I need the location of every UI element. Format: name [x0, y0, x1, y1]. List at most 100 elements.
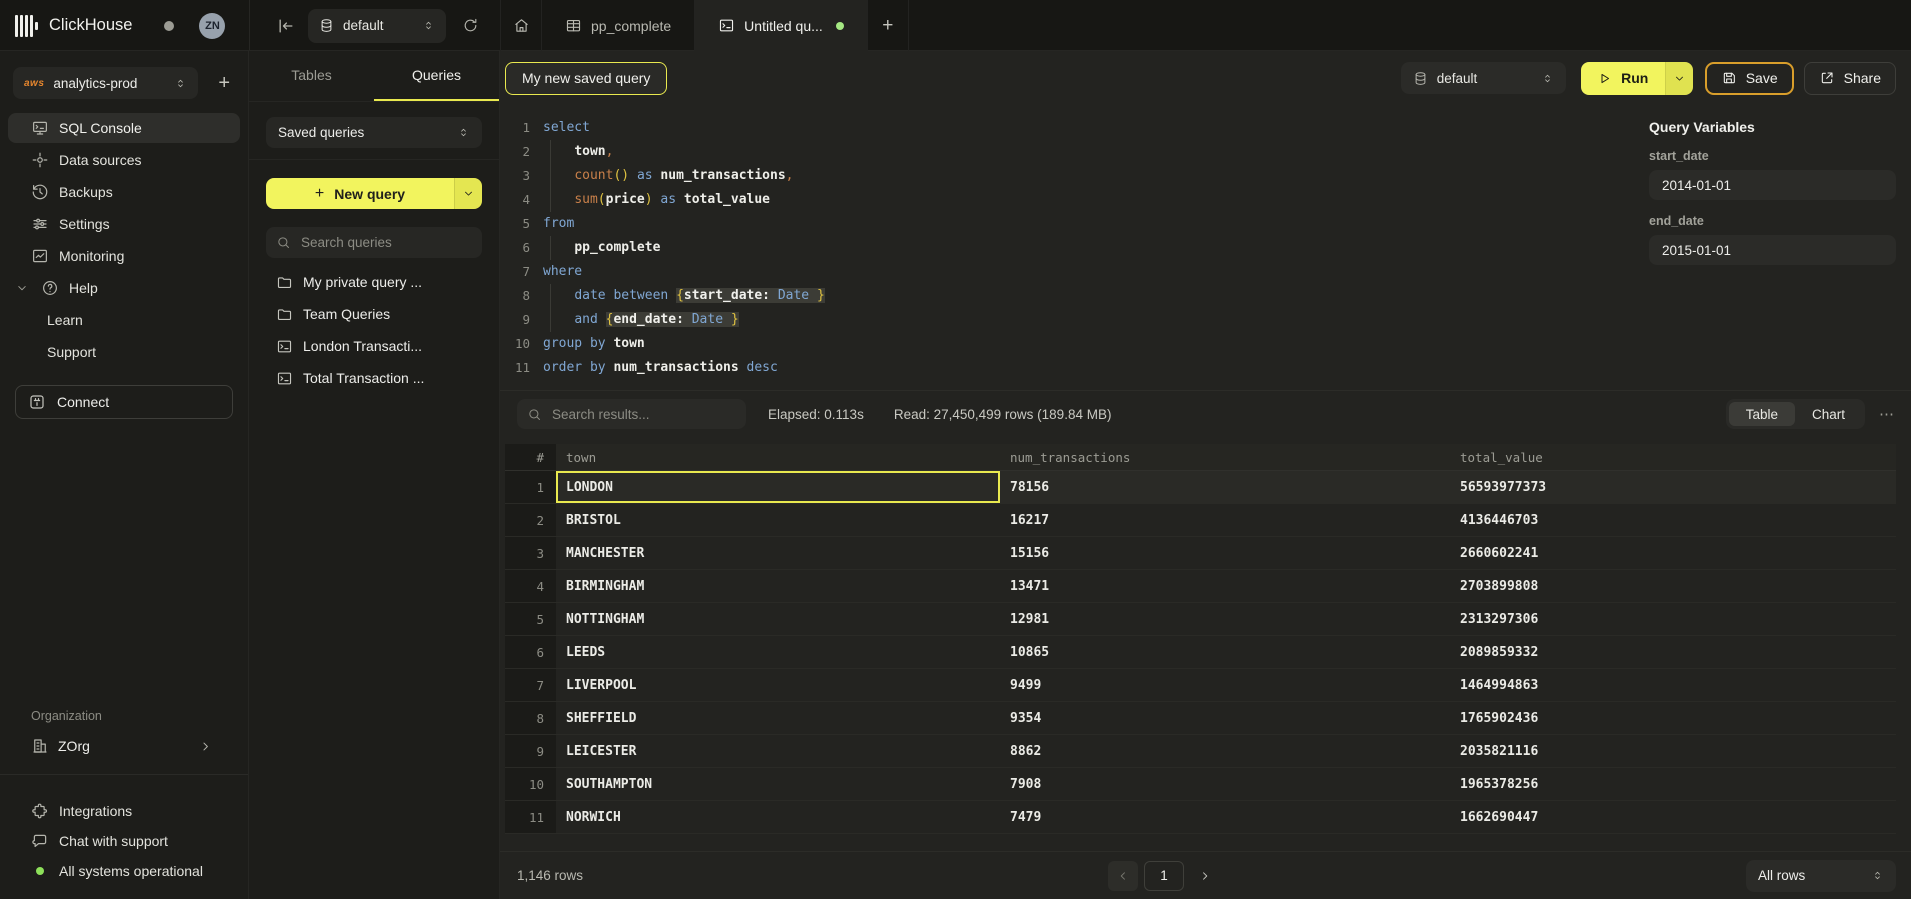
sidebar-item-chat-with-support[interactable]: Chat with support [0, 826, 248, 856]
tab-queries[interactable]: Queries [374, 51, 499, 101]
cell-num-transactions[interactable]: 10865 [1000, 636, 1450, 669]
view-table-button[interactable]: Table [1729, 402, 1795, 426]
save-button[interactable]: Save [1705, 62, 1794, 95]
query-item-my-private-query[interactable]: My private query ... [249, 266, 499, 298]
previous-page-button[interactable] [1108, 861, 1138, 891]
code-line-10[interactable]: 10group by town [500, 332, 1645, 356]
view-chart-button[interactable]: Chart [1795, 402, 1862, 426]
sidebar-item-sql-console[interactable]: SQL Console [8, 113, 240, 143]
cell-num-transactions[interactable]: 9354 [1000, 702, 1450, 735]
new-query-dropdown-toggle[interactable] [454, 178, 482, 209]
search-results-box[interactable] [517, 399, 746, 429]
cell-num-transactions[interactable]: 7479 [1000, 801, 1450, 834]
cell-num-transactions[interactable]: 9499 [1000, 669, 1450, 702]
query-item-team-queries[interactable]: Team Queries [249, 298, 499, 330]
cell-town[interactable]: NOTTINGHAM [556, 603, 1000, 636]
tab-pp-complete[interactable]: pp_complete [542, 0, 695, 51]
cell-num-transactions[interactable]: 12981 [1000, 603, 1450, 636]
sidebar-item-integrations[interactable]: Integrations [0, 796, 248, 826]
code-line-7[interactable]: 7where [500, 260, 1645, 284]
cell-town[interactable]: LEEDS [556, 636, 1000, 669]
sidebar-item-data-sources[interactable]: Data sources [8, 145, 240, 175]
home-tab[interactable] [500, 0, 542, 51]
collapse-left-icon[interactable] [276, 16, 296, 36]
code-line-11[interactable]: 11order by num_transactions desc [500, 356, 1645, 380]
topbar-database-selector[interactable]: default [308, 9, 446, 43]
cell-num-transactions[interactable]: 13471 [1000, 570, 1450, 603]
cell-total-value[interactable]: 2089859332 [1450, 636, 1896, 669]
sidebar-item-learn[interactable]: Learn [8, 305, 240, 335]
run-options-toggle[interactable] [1665, 62, 1693, 95]
cell-num-transactions[interactable]: 7908 [1000, 768, 1450, 801]
code-line-5[interactable]: 5from [500, 212, 1645, 236]
share-button[interactable]: Share [1804, 62, 1896, 95]
code-line-4[interactable]: 4 sum(price) as total_value [500, 188, 1645, 212]
cell-total-value[interactable]: 2703899808 [1450, 570, 1896, 603]
query-item-london-transacti[interactable]: London Transacti... [249, 330, 499, 362]
cell-total-value[interactable]: 1464994863 [1450, 669, 1896, 702]
connect-button[interactable]: Connect [15, 385, 233, 419]
cell-total-value[interactable]: 1765902436 [1450, 702, 1896, 735]
code-text: and {end_date: Date } [543, 308, 1645, 332]
cell-num-transactions[interactable]: 16217 [1000, 504, 1450, 537]
organization-item[interactable]: ZOrg [0, 729, 248, 763]
cell-total-value[interactable]: 2035821116 [1450, 735, 1896, 768]
query-item-total-transaction[interactable]: Total Transaction ... [249, 362, 499, 394]
sidebar-item-backups[interactable]: Backups [8, 177, 240, 207]
sidebar-item-monitoring[interactable]: Monitoring [8, 241, 240, 271]
cell-total-value[interactable]: 56593977373 [1450, 471, 1896, 504]
sidebar-item-all-systems-operational[interactable]: All systems operational [0, 856, 248, 886]
cell-total-value[interactable]: 2660602241 [1450, 537, 1896, 570]
code-line-2[interactable]: 2 town, [500, 140, 1645, 164]
cell-num-transactions[interactable]: 78156 [1000, 471, 1450, 504]
start-date-input[interactable] [1649, 170, 1896, 200]
user-avatar[interactable]: ZN [199, 13, 225, 39]
cell-town[interactable]: LONDON [556, 471, 1000, 504]
cell-town[interactable]: BRISTOL [556, 504, 1000, 537]
saved-query-tab[interactable]: My new saved query [505, 62, 667, 95]
sidebar-item-help[interactable]: Help [8, 273, 240, 303]
cell-num-transactions[interactable]: 8862 [1000, 735, 1450, 768]
search-queries-input[interactable] [299, 234, 472, 251]
cell-town[interactable]: LIVERPOOL [556, 669, 1000, 702]
editor-body: 1select2 town,3 count() as num_transacti… [500, 105, 1911, 390]
new-query-button[interactable]: + New query [266, 178, 482, 209]
search-icon [276, 235, 291, 250]
cell-town[interactable]: SHEFFIELD [556, 702, 1000, 735]
code-line-8[interactable]: 8 date between {start_date: Date } [500, 284, 1645, 308]
cell-total-value[interactable]: 1662690447 [1450, 801, 1896, 834]
cell-town[interactable]: BIRMINGHAM [556, 570, 1000, 603]
cell-total-value[interactable]: 2313297306 [1450, 603, 1896, 636]
new-query-main[interactable]: + New query [266, 178, 454, 209]
add-service-button[interactable]: + [210, 72, 238, 95]
refresh-icon[interactable] [462, 17, 479, 34]
code-line-1[interactable]: 1select [500, 116, 1645, 140]
code-line-6[interactable]: 6 pp_complete [500, 236, 1645, 260]
code-line-3[interactable]: 3 count() as num_transactions, [500, 164, 1645, 188]
page-size-dropdown[interactable]: All rows [1746, 860, 1896, 892]
tab-untitled-query[interactable]: Untitled qu... [695, 0, 868, 51]
sidebar-item-support[interactable]: Support [8, 337, 240, 367]
new-tab-button[interactable]: + [868, 0, 909, 51]
cell-total-value[interactable]: 4136446703 [1450, 504, 1896, 537]
cell-town[interactable]: SOUTHAMPTON [556, 768, 1000, 801]
sidebar-item-settings[interactable]: Settings [8, 209, 240, 239]
next-page-button[interactable] [1198, 869, 1212, 883]
editor-database-selector[interactable]: default [1401, 62, 1566, 94]
end-date-input[interactable] [1649, 235, 1896, 265]
more-options-icon[interactable]: ⋯ [1879, 405, 1896, 423]
search-results-input[interactable] [550, 406, 736, 423]
cell-town[interactable]: LEICESTER [556, 735, 1000, 768]
search-queries-box[interactable] [266, 227, 482, 258]
cell-total-value[interactable]: 1965378256 [1450, 768, 1896, 801]
tab-tables[interactable]: Tables [249, 51, 374, 101]
cell-num-transactions[interactable]: 15156 [1000, 537, 1450, 570]
cell-town[interactable]: MANCHESTER [556, 537, 1000, 570]
service-selector[interactable]: aws analytics-prod [13, 67, 198, 99]
cell-town[interactable]: NORWICH [556, 801, 1000, 834]
saved-queries-dropdown[interactable]: Saved queries [266, 117, 482, 148]
code-line-9[interactable]: 9 and {end_date: Date } [500, 308, 1645, 332]
sql-editor[interactable]: 1select2 town,3 count() as num_transacti… [500, 105, 1645, 390]
current-page-box[interactable]: 1 [1144, 861, 1184, 891]
run-button[interactable]: Run [1581, 62, 1665, 95]
